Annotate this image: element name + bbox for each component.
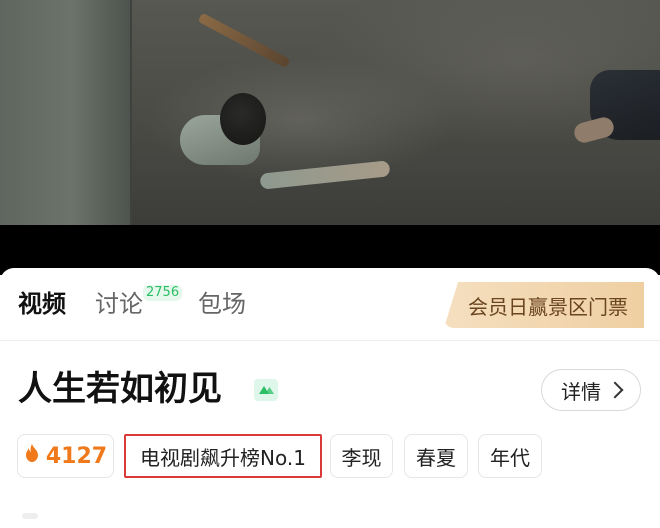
heat-tag[interactable]: 4127 xyxy=(17,434,114,478)
member-ticket-banner[interactable]: 会员日赢景区门票 xyxy=(444,282,644,328)
tag-season[interactable]: 春夏 xyxy=(404,434,468,478)
chevron-right-icon xyxy=(606,381,624,399)
member-ticket-label: 会员日赢景区门票 xyxy=(468,294,628,319)
video-scene-rifle xyxy=(197,12,291,69)
discuss-count-badge: 2756 xyxy=(143,285,183,301)
video-player[interactable] xyxy=(0,0,660,225)
tab-bar: 视频 讨论 2756 包场 会员日赢景区门票 xyxy=(0,268,660,341)
tag-era[interactable]: 年代 xyxy=(478,434,542,478)
video-scene-figure xyxy=(0,0,132,225)
next-row-edge xyxy=(22,513,38,519)
show-title: 人生若如初见 xyxy=(18,369,222,409)
tag-label: 李现 xyxy=(341,445,382,470)
rank-tag[interactable]: 电视剧飙升榜No.1 xyxy=(124,434,322,478)
video-scene-hand xyxy=(572,115,616,145)
flame-icon xyxy=(24,443,40,469)
tag-label: 春夏 xyxy=(416,445,456,470)
info-sheet: 视频 讨论 2756 包场 会员日赢景区门票 人生若如初见 详情 4127 电视… xyxy=(0,268,660,528)
rank-tag-label: 电视剧飙升榜No.1 xyxy=(140,445,306,470)
tag-label: 年代 xyxy=(490,445,530,470)
heat-value: 4127 xyxy=(45,443,108,469)
video-scene-person xyxy=(180,85,391,190)
tab-video[interactable]: 视频 xyxy=(18,288,66,320)
tab-package[interactable]: 包场 xyxy=(198,288,246,320)
details-button[interactable]: 详情 xyxy=(541,369,641,411)
tag-actor[interactable]: 李现 xyxy=(330,434,393,478)
details-label: 详情 xyxy=(561,379,601,404)
tab-discuss[interactable]: 讨论 xyxy=(95,288,143,320)
trend-up-icon xyxy=(254,379,278,401)
